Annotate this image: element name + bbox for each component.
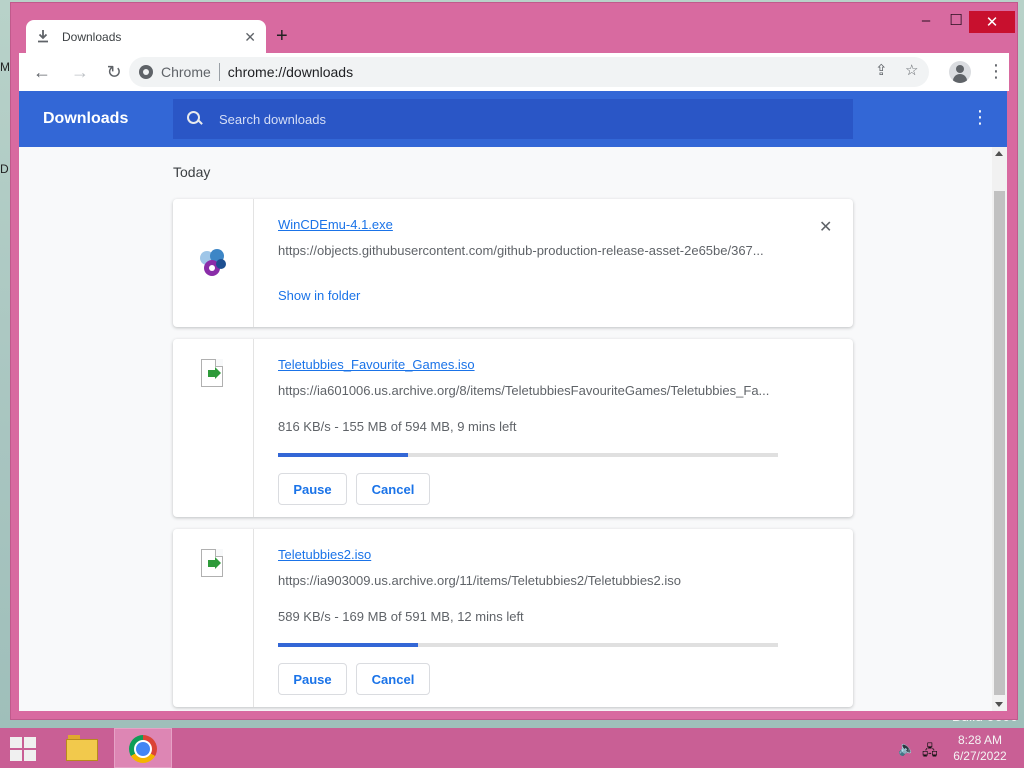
browser-toolbar: ← → ↻ Chrome chrome://downloads ⇪ ☆ ⋮ — [19, 53, 1009, 91]
tab-title: Downloads — [62, 30, 122, 44]
reload-button[interactable]: ↻ — [101, 59, 127, 85]
download-progress-bar — [278, 453, 778, 457]
wincdemu-icon — [200, 249, 226, 276]
downloads-list: Today WinCDEmu-4.1.exe https://objects.g… — [19, 147, 1007, 711]
date-heading: Today — [173, 164, 211, 180]
downloads-menu-icon[interactable]: ⋮ — [971, 107, 989, 128]
download-progress-bar — [278, 643, 778, 647]
download-status: 816 KB/s - 155 MB of 594 MB, 9 mins left — [278, 419, 517, 434]
back-button[interactable]: ← — [29, 59, 55, 85]
tab-downloads[interactable]: Downloads ✕ — [26, 20, 266, 54]
chrome-taskbar-button[interactable] — [114, 728, 172, 768]
download-item: Teletubbies2.iso https://ia903009.us.arc… — [173, 529, 853, 707]
clock-date: 6/27/2022 — [953, 749, 1007, 763]
chrome-logo-icon — [129, 735, 157, 763]
windows-logo-icon — [10, 737, 22, 748]
chrome-window: – ☐ ✕ Downloads ✕ + ← → ↻ Chrome chrome:… — [10, 2, 1018, 720]
file-name-link[interactable]: WinCDEmu-4.1.exe — [278, 217, 393, 232]
cancel-button[interactable]: Cancel — [356, 473, 430, 505]
file-icon-column — [173, 339, 254, 517]
file-name-link[interactable]: Teletubbies2.iso — [278, 547, 371, 562]
downloads-header: Downloads ⋮ — [19, 91, 1007, 147]
omnibox-url[interactable]: chrome://downloads — [228, 64, 353, 80]
file-url[interactable]: https://objects.githubusercontent.com/gi… — [278, 243, 778, 258]
file-url[interactable]: https://ia601006.us.archive.org/8/items/… — [278, 383, 778, 398]
show-in-folder-link[interactable]: Show in folder — [278, 288, 360, 303]
download-icon — [36, 29, 54, 46]
desktop-text-fragment: D — [0, 162, 9, 176]
omnibox-chip: Chrome — [161, 64, 211, 80]
clock-time: 8:28 AM — [957, 733, 1003, 747]
vertical-scrollbar[interactable] — [992, 147, 1007, 711]
file-icon-column — [173, 199, 254, 327]
file-explorer-button[interactable] — [58, 731, 106, 765]
file-url[interactable]: https://ia903009.us.archive.org/11/items… — [278, 573, 778, 588]
chrome-menu-icon[interactable]: ⋮ — [987, 61, 1005, 82]
download-progress-fill — [278, 453, 408, 457]
file-name-link[interactable]: Teletubbies_Favourite_Games.iso — [278, 357, 475, 372]
download-item: Teletubbies_Favourite_Games.iso https://… — [173, 339, 853, 517]
profile-avatar-icon[interactable] — [949, 61, 971, 83]
scroll-down-arrow-icon[interactable] — [995, 702, 1003, 707]
pause-button[interactable]: Pause — [278, 663, 347, 695]
forward-button[interactable]: → — [67, 59, 93, 85]
scroll-thumb[interactable] — [994, 191, 1005, 695]
taskbar: 🔈 🖧 8:28 AM 6/27/2022 — [0, 728, 1024, 768]
pause-button[interactable]: Pause — [278, 473, 347, 505]
scroll-up-arrow-icon[interactable] — [995, 151, 1003, 156]
start-button[interactable] — [8, 736, 38, 762]
close-window-button[interactable]: ✕ — [969, 11, 1015, 33]
file-icon — [201, 549, 223, 577]
download-status: 589 KB/s - 169 MB of 591 MB, 12 mins lef… — [278, 609, 524, 624]
omnibox-divider — [218, 63, 220, 81]
bookmark-star-icon[interactable]: ☆ — [905, 61, 918, 79]
file-icon-column — [173, 529, 254, 707]
search-input[interactable] — [219, 111, 819, 127]
page-title: Downloads — [43, 110, 129, 127]
new-tab-button[interactable]: + — [276, 25, 288, 48]
search-icon — [187, 111, 203, 127]
chrome-site-icon — [139, 65, 153, 79]
address-bar[interactable]: Chrome chrome://downloads ⇪ ☆ — [129, 57, 929, 87]
speaker-muted-icon[interactable]: 🔈 — [898, 740, 915, 757]
download-progress-fill — [278, 643, 418, 647]
desktop-text-fragment: M — [0, 60, 10, 74]
search-box[interactable] — [173, 99, 853, 139]
download-item: WinCDEmu-4.1.exe https://objects.githubu… — [173, 199, 853, 327]
close-tab-icon[interactable]: ✕ — [244, 29, 256, 46]
file-icon — [201, 359, 223, 387]
cancel-button[interactable]: Cancel — [356, 663, 430, 695]
network-icon[interactable]: 🖧 — [922, 740, 938, 764]
remove-from-list-icon[interactable]: ✕ — [819, 217, 832, 237]
system-clock[interactable]: 8:28 AM 6/27/2022 — [946, 732, 1014, 764]
share-icon[interactable]: ⇪ — [875, 61, 888, 79]
